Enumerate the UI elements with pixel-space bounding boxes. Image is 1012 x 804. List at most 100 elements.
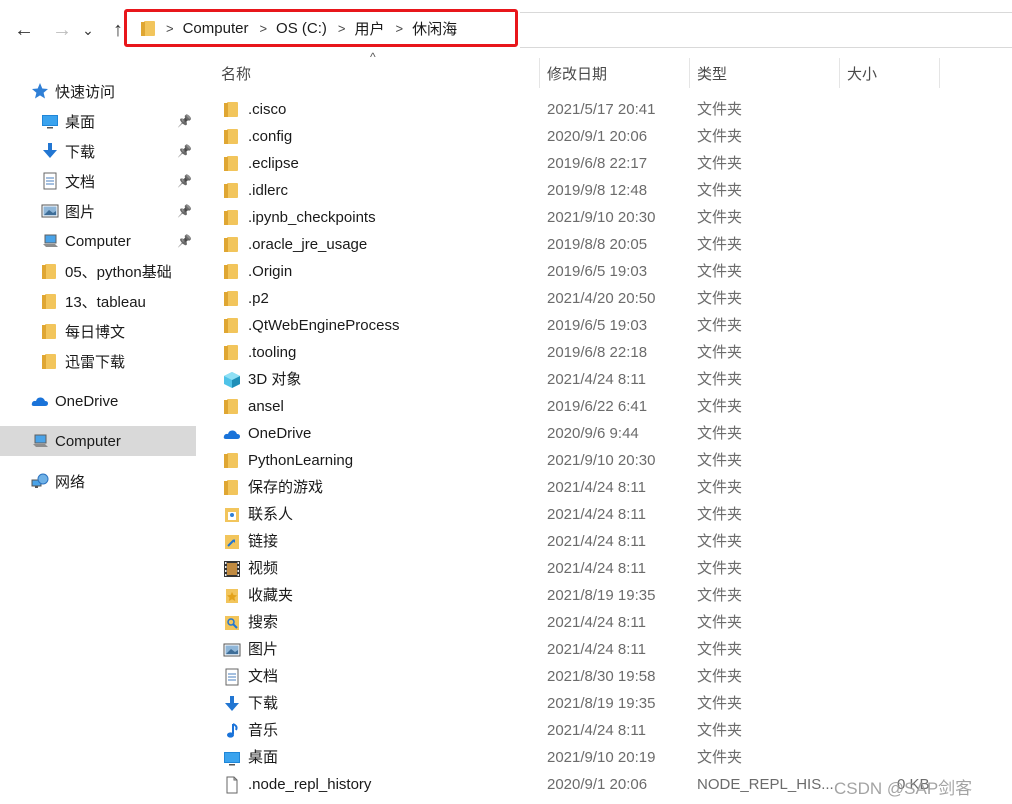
- file-row[interactable]: .cisco 2021/5/17 20:41 文件夹: [200, 96, 1012, 123]
- file-row[interactable]: 链接 2021/4/24 8:11 文件夹: [200, 528, 1012, 555]
- column-header-name-label: 名称: [221, 65, 252, 83]
- file-type: 文件夹: [697, 398, 743, 415]
- column-header-size[interactable]: 大小: [847, 58, 937, 88]
- chevron-right-icon: >: [259, 20, 268, 36]
- column-header-size-label: 大小: [847, 65, 878, 83]
- file-row[interactable]: 桌面 2021/9/10 20:19 文件夹: [200, 744, 1012, 771]
- file-row[interactable]: 联系人 2021/4/24 8:11 文件夹: [200, 501, 1012, 528]
- file-row[interactable]: 保存的游戏 2021/4/24 8:11 文件夹: [200, 474, 1012, 501]
- file-name: 桌面: [248, 749, 279, 766]
- 3d-objects-icon: [222, 366, 242, 393]
- file-row[interactable]: ansel 2019/6/22 6:41 文件夹: [200, 393, 1012, 420]
- sidebar-item[interactable]: 快速访问: [0, 76, 196, 106]
- sidebar-item[interactable]: 05、python基础: [0, 256, 196, 286]
- desktop-icon: [41, 112, 59, 130]
- breadcrumb-current-folder[interactable]: 休闲海: [412, 18, 457, 39]
- file-row[interactable]: 3D 对象 2021/4/24 8:11 文件夹: [200, 366, 1012, 393]
- sidebar-item[interactable]: 迅雷下载: [0, 346, 196, 376]
- sidebar-item[interactable]: 图片 📌: [0, 196, 196, 226]
- breadcrumb-drive-c[interactable]: OS (C:): [276, 20, 327, 37]
- file-date: 2021/4/20 20:50: [547, 290, 656, 307]
- file-type: 文件夹: [697, 128, 743, 145]
- sidebar-item[interactable]: 文档 📌: [0, 166, 196, 196]
- sidebar-item[interactable]: 网络: [0, 466, 196, 496]
- back-button[interactable]: ←: [12, 18, 36, 42]
- column-header-date[interactable]: 修改日期: [547, 58, 687, 88]
- document-icon: [41, 172, 59, 190]
- address-bar-empty-area[interactable]: [520, 12, 1012, 48]
- pin-icon[interactable]: 📌: [177, 144, 192, 158]
- file-row[interactable]: 视频 2021/4/24 8:11 文件夹: [200, 555, 1012, 582]
- column-divider[interactable]: [939, 58, 940, 88]
- sidebar-item-label: 迅雷下载: [65, 353, 126, 371]
- file-name: 视频: [248, 560, 279, 577]
- file-type: 文件夹: [697, 344, 743, 361]
- file-date: 2021/4/24 8:11: [547, 371, 646, 388]
- pin-icon[interactable]: 📌: [177, 114, 192, 128]
- sidebar-item[interactable]: 桌面 📌: [0, 106, 196, 136]
- sidebar-item[interactable]: 每日博文: [0, 316, 196, 346]
- file-type: 文件夹: [697, 317, 743, 334]
- file-row[interactable]: 搜索 2021/4/24 8:11 文件夹: [200, 609, 1012, 636]
- file-date: 2021/4/24 8:11: [547, 533, 646, 550]
- column-divider[interactable]: [839, 58, 840, 88]
- sidebar-item[interactable]: 13、tableau: [0, 286, 196, 316]
- recent-locations-button[interactable]: ⌄: [80, 18, 96, 42]
- file-type: 文件夹: [697, 263, 743, 280]
- file-date: 2021/4/24 8:11: [547, 614, 646, 631]
- sidebar-item-label: 文档: [65, 173, 96, 191]
- file-name: 图片: [248, 641, 279, 658]
- navigation-bar: ← → ⌄ ↑ > Computer > OS (C:) > 用户 > 休闲海: [0, 0, 1012, 58]
- file-row[interactable]: .ipynb_checkpoints 2021/9/10 20:30 文件夹: [200, 204, 1012, 231]
- column-header-type[interactable]: 类型: [697, 58, 837, 88]
- watermark: CSDN @SAP剑客: [834, 779, 973, 798]
- up-arrow-icon: ↑: [113, 18, 123, 41]
- file-row[interactable]: .oracle_jre_usage 2019/8/8 20:05 文件夹: [200, 231, 1012, 258]
- sidebar-item-label: OneDrive: [55, 392, 119, 410]
- file-date: 2021/9/10 20:19: [547, 749, 656, 766]
- folder-icon: [222, 204, 242, 231]
- sidebar-item-label: 桌面: [65, 113, 96, 131]
- folder-icon: [222, 447, 242, 474]
- column-divider[interactable]: [539, 58, 540, 88]
- file-name: 联系人: [248, 506, 294, 523]
- pin-icon[interactable]: 📌: [177, 174, 192, 188]
- breadcrumb-computer[interactable]: Computer: [183, 20, 249, 37]
- pin-icon[interactable]: 📌: [177, 204, 192, 218]
- download-icon: [41, 142, 59, 160]
- column-header-name[interactable]: 名称: [221, 58, 541, 88]
- pin-icon[interactable]: 📌: [177, 234, 192, 248]
- breadcrumb-users[interactable]: 用户: [354, 18, 384, 39]
- file-row[interactable]: .idlerc 2019/9/8 12:48 文件夹: [200, 177, 1012, 204]
- sidebar-item[interactable]: 下载 📌: [0, 136, 196, 166]
- download-icon: [222, 690, 242, 717]
- file-date: 2021/4/24 8:11: [547, 722, 646, 739]
- forward-button[interactable]: →: [50, 18, 74, 42]
- file-name: 链接: [248, 533, 279, 550]
- chevron-right-icon: >: [337, 20, 346, 36]
- column-divider[interactable]: [689, 58, 690, 88]
- folder-icon: [222, 123, 242, 150]
- file-row[interactable]: .tooling 2019/6/8 22:18 文件夹: [200, 339, 1012, 366]
- file-row[interactable]: 图片 2021/4/24 8:11 文件夹: [200, 636, 1012, 663]
- sidebar-item[interactable]: Computer: [0, 426, 196, 456]
- folder-icon: [41, 262, 59, 280]
- folder-icon: [222, 177, 242, 204]
- address-bar[interactable]: > Computer > OS (C:) > 用户 > 休闲海: [124, 9, 518, 47]
- file-type: 文件夹: [697, 614, 743, 631]
- sidebar-item[interactable]: OneDrive: [0, 386, 196, 416]
- file-row[interactable]: .p2 2021/4/20 20:50 文件夹: [200, 285, 1012, 312]
- file-row[interactable]: .eclipse 2019/6/8 22:17 文件夹: [200, 150, 1012, 177]
- file-row[interactable]: 音乐 2021/4/24 8:11 文件夹: [200, 717, 1012, 744]
- file-row[interactable]: 下载 2021/8/19 19:35 文件夹: [200, 690, 1012, 717]
- sidebar-item[interactable]: Computer 📌: [0, 226, 196, 256]
- file-row[interactable]: .config 2020/9/1 20:06 文件夹: [200, 123, 1012, 150]
- file-row[interactable]: 收藏夹 2021/8/19 19:35 文件夹: [200, 582, 1012, 609]
- file-row[interactable]: PythonLearning 2021/9/10 20:30 文件夹: [200, 447, 1012, 474]
- file-row[interactable]: .Origin 2019/6/5 19:03 文件夹: [200, 258, 1012, 285]
- file-row[interactable]: 文档 2021/8/30 19:58 文件夹: [200, 663, 1012, 690]
- sidebar-item-label: 下载: [65, 143, 96, 161]
- file-date: 2021/4/24 8:11: [547, 506, 646, 523]
- file-row[interactable]: .QtWebEngineProcess 2019/6/5 19:03 文件夹: [200, 312, 1012, 339]
- file-row[interactable]: OneDrive 2020/9/6 9:44 文件夹: [200, 420, 1012, 447]
